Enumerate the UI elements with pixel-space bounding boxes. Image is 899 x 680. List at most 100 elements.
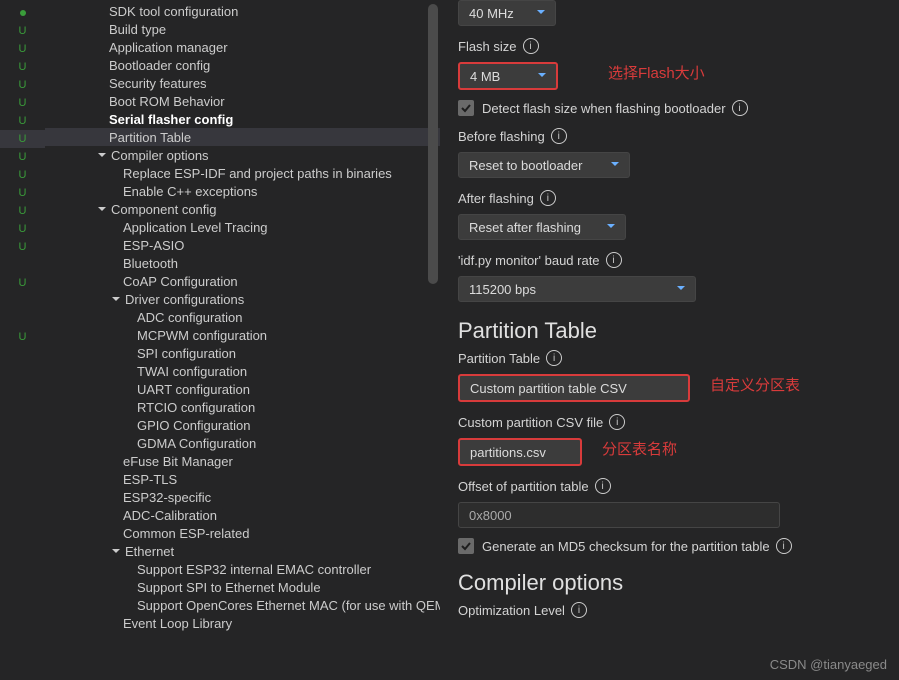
info-icon[interactable]: i (551, 128, 567, 144)
select-value: Reset to bootloader (469, 158, 582, 173)
sidebar-item[interactable]: Application manager (45, 38, 440, 56)
annotation: 分区表名称 (602, 438, 677, 459)
partition-table-select[interactable]: Custom partition table CSV (458, 374, 690, 402)
info-icon[interactable]: i (606, 252, 622, 268)
gutter-mark (0, 526, 45, 544)
chevron-down-icon (605, 220, 617, 235)
sidebar-item-label: Event Loop Library (123, 616, 232, 631)
sidebar-item[interactable]: Compiler options (45, 146, 440, 164)
flash-size-select[interactable]: 4 MB (458, 62, 558, 90)
offset-label: Offset of partition table i (458, 478, 881, 494)
flash-freq-select[interactable]: 40 MHz (458, 0, 556, 26)
sidebar-item-label: Application manager (109, 40, 228, 55)
info-icon[interactable]: i (609, 414, 625, 430)
sidebar-item-label: MCPWM configuration (137, 328, 267, 343)
sidebar-item[interactable]: TWAI configuration (45, 362, 440, 380)
select-value: 4 MB (470, 69, 500, 84)
sidebar-item-label: Boot ROM Behavior (109, 94, 225, 109)
sidebar-scrollbar[interactable] (428, 4, 438, 284)
sidebar-item[interactable]: Driver configurations (45, 290, 440, 308)
gutter-mark: U (0, 202, 45, 220)
sidebar-item-label: TWAI configuration (137, 364, 247, 379)
gutter-mark (0, 292, 45, 310)
detect-flash-checkbox-row: Detect flash size when flashing bootload… (458, 100, 881, 116)
sidebar-item-label: GPIO Configuration (137, 418, 250, 433)
info-icon[interactable]: i (546, 350, 562, 366)
checkbox[interactable] (458, 100, 474, 116)
sidebar-item[interactable]: ESP-ASIO (45, 236, 440, 254)
sidebar-item[interactable]: GDMA Configuration (45, 434, 440, 452)
gutter-mark (0, 544, 45, 562)
gutter-mark (0, 346, 45, 364)
sidebar-item[interactable]: Common ESP-related (45, 524, 440, 542)
sidebar-item[interactable]: GPIO Configuration (45, 416, 440, 434)
sidebar-item-label: Replace ESP-IDF and project paths in bin… (123, 166, 392, 181)
annotation: 自定义分区表 (710, 374, 800, 395)
sidebar-item[interactable]: Security features (45, 74, 440, 92)
sidebar-item-label: Support OpenCores Ethernet MAC (for use … (137, 598, 440, 613)
sidebar-item-label: Component config (111, 202, 217, 217)
sidebar-item[interactable]: Partition Table (45, 128, 440, 146)
gutter-mark (0, 382, 45, 400)
sidebar-item[interactable]: Build type (45, 20, 440, 38)
sidebar-item[interactable]: Application Level Tracing (45, 218, 440, 236)
sidebar-item[interactable]: SPI configuration (45, 344, 440, 362)
before-flashing-select[interactable]: Reset to bootloader (458, 152, 630, 178)
chevron-down-icon (95, 148, 109, 162)
chevron-down-icon (536, 69, 548, 84)
info-icon[interactable]: i (732, 100, 748, 116)
gutter-mark (0, 562, 45, 580)
offset-input[interactable]: 0x8000 (458, 502, 780, 528)
sidebar-item-label: SDK tool configuration (109, 4, 238, 19)
sidebar-item[interactable]: ADC-Calibration (45, 506, 440, 524)
sidebar-item[interactable]: ADC configuration (45, 308, 440, 326)
sidebar-item[interactable]: SDK tool configuration (45, 2, 440, 20)
info-icon[interactable]: i (776, 538, 792, 554)
sidebar-item-label: Serial flasher config (109, 112, 233, 127)
gutter-mark (0, 652, 45, 670)
sidebar-item[interactable]: Bootloader config (45, 56, 440, 74)
sidebar-item[interactable]: eFuse Bit Manager (45, 452, 440, 470)
sidebar-item-label: eFuse Bit Manager (123, 454, 233, 469)
partition-table-label: Partition Table i (458, 350, 881, 366)
sidebar-item[interactable]: UART configuration (45, 380, 440, 398)
sidebar-item-label: Enable C++ exceptions (123, 184, 257, 199)
chevron-down-icon (535, 6, 547, 21)
gutter-mark (0, 508, 45, 526)
gutter-mark: U (0, 184, 45, 202)
gutter-mark (0, 598, 45, 616)
info-icon[interactable]: i (571, 602, 587, 618)
sidebar-item[interactable]: CoAP Configuration (45, 272, 440, 290)
info-icon[interactable]: i (595, 478, 611, 494)
sidebar-item[interactable]: Event Loop Library (45, 614, 440, 632)
sidebar-item[interactable]: RTCIO configuration (45, 398, 440, 416)
checkbox[interactable] (458, 538, 474, 554)
sidebar-item[interactable]: Serial flasher config (45, 110, 440, 128)
info-icon[interactable]: i (540, 190, 556, 206)
chevron-down-icon (609, 158, 621, 173)
sidebar-item-label: Partition Table (109, 130, 191, 145)
sidebar-item[interactable]: Support OpenCores Ethernet MAC (for use … (45, 596, 440, 614)
baud-rate-select[interactable]: 115200 bps (458, 276, 696, 302)
info-icon[interactable]: i (523, 38, 539, 54)
sidebar-item[interactable]: Enable C++ exceptions (45, 182, 440, 200)
sidebar-item[interactable]: ESP32-specific (45, 488, 440, 506)
compiler-options-header: Compiler options (458, 570, 881, 596)
sidebar-item[interactable]: ESP-TLS (45, 470, 440, 488)
gutter-mark: U (0, 76, 45, 94)
sidebar-item[interactable]: Boot ROM Behavior (45, 92, 440, 110)
sidebar-item[interactable]: MCPWM configuration (45, 326, 440, 344)
sidebar-item[interactable]: Support SPI to Ethernet Module (45, 578, 440, 596)
after-flashing-select[interactable]: Reset after flashing (458, 214, 626, 240)
sidebar-item[interactable]: Ethernet (45, 542, 440, 560)
csv-file-input[interactable]: partitions.csv (458, 438, 582, 466)
sidebar-item[interactable]: Component config (45, 200, 440, 218)
sidebar-item-label: Common ESP-related (123, 526, 249, 541)
sidebar-item[interactable]: Support ESP32 internal EMAC controller (45, 560, 440, 578)
gutter-mark: U (0, 220, 45, 238)
sidebar-item-label: UART configuration (137, 382, 250, 397)
sidebar-item[interactable]: Bluetooth (45, 254, 440, 272)
sidebar-item[interactable]: Replace ESP-IDF and project paths in bin… (45, 164, 440, 182)
checkbox-label: Generate an MD5 checksum for the partiti… (482, 539, 770, 554)
gutter-mark: U (0, 238, 45, 256)
